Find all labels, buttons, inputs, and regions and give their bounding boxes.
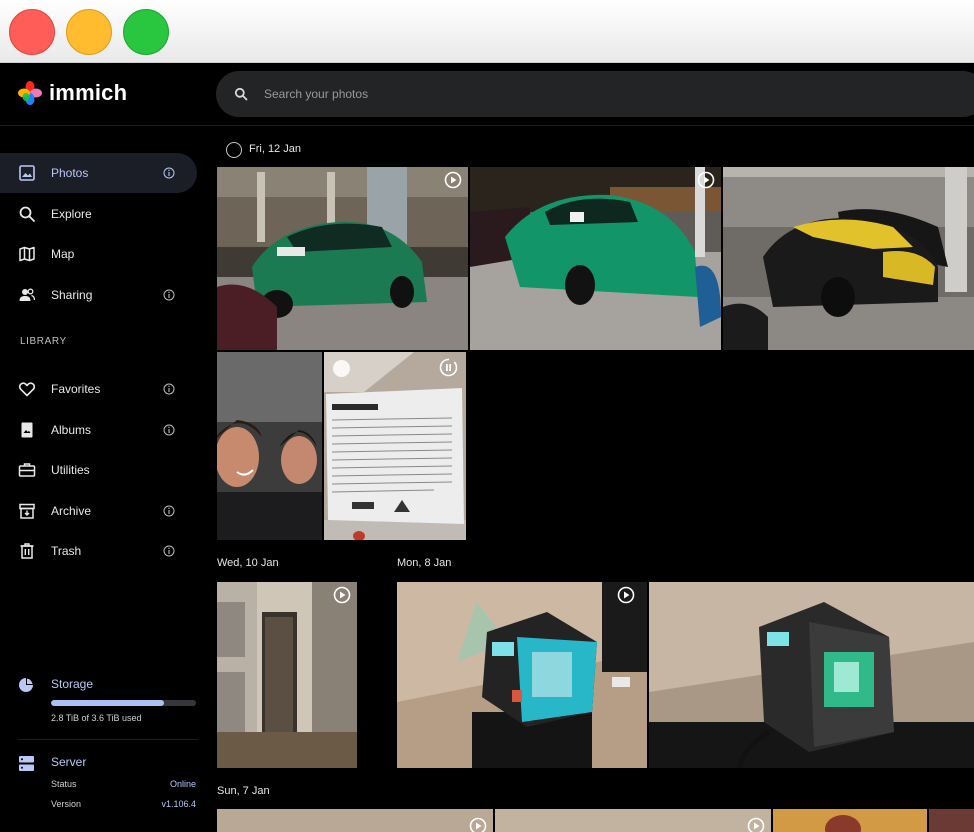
photo-image: [217, 167, 468, 350]
app-logo[interactable]: immich: [17, 80, 127, 106]
search-bar[interactable]: [216, 71, 974, 117]
photo-thumbnail[interactable]: [929, 809, 974, 832]
photo-image: [495, 809, 771, 832]
sidebar-item-label: Albums: [51, 423, 92, 437]
photo-thumbnail[interactable]: [217, 582, 357, 768]
sidebar-item-favorites[interactable]: Favorites: [0, 369, 197, 409]
photo-image: [217, 809, 493, 832]
storage-usage-fill: [51, 700, 165, 706]
sidebar: Photos Explore Map Sharing LIBRARY Favor…: [0, 127, 212, 832]
server-title: Server: [51, 755, 87, 769]
photo-image: [217, 582, 357, 768]
window-minimize-button[interactable]: [66, 9, 112, 55]
sidebar-item-label: Archive: [51, 504, 92, 518]
photo-thumbnail[interactable]: [773, 809, 927, 832]
storage-title: Storage: [51, 677, 94, 691]
immich-logo-icon: [18, 81, 42, 105]
explore-search-icon: [18, 205, 36, 223]
server-status-value: Online: [169, 779, 196, 789]
albums-icon: [18, 421, 36, 439]
heart-icon: [18, 380, 36, 398]
app-header: immich: [0, 63, 974, 126]
photo-image: [397, 582, 647, 768]
sidebar-item-photos[interactable]: Photos: [0, 153, 197, 193]
photo-thumbnail[interactable]: [217, 809, 493, 832]
sidebar-item-label: Photos: [51, 166, 89, 180]
photo-image: [929, 809, 974, 832]
date-group-select-checkbox[interactable]: [226, 142, 242, 158]
photo-image: [470, 167, 721, 350]
server-version-value[interactable]: v1.106.4: [161, 799, 196, 809]
info-icon[interactable]: [163, 167, 175, 179]
motion-photo-icon: [439, 358, 458, 377]
photo-thumbnail[interactable]: [217, 352, 322, 540]
sidebar-item-label: Favorites: [51, 382, 101, 396]
toolbox-icon: [18, 461, 36, 479]
sharing-people-icon: [18, 286, 36, 304]
sidebar-item-albums[interactable]: Albums: [0, 410, 197, 450]
date-group-heading: Mon, 8 Jan: [397, 557, 452, 569]
server-status-label: Status: [51, 779, 77, 789]
sidebar-item-utilities[interactable]: Utilities: [0, 450, 197, 490]
photo-thumbnail[interactable]: [723, 167, 974, 350]
window-zoom-button[interactable]: [123, 9, 169, 55]
sidebar-item-label: Trash: [51, 544, 82, 558]
server-version-label: Version: [51, 799, 82, 809]
photo-image: [324, 352, 466, 540]
play-video-icon: [469, 817, 487, 832]
date-group-heading: Fri, 12 Jan: [249, 143, 301, 155]
photo-image: [649, 582, 974, 768]
info-icon[interactable]: [163, 289, 175, 301]
play-video-icon: [444, 171, 462, 189]
sidebar-item-trash[interactable]: Trash: [0, 531, 197, 571]
sidebar-item-label: Explore: [51, 207, 92, 221]
info-icon[interactable]: [163, 383, 175, 395]
info-icon[interactable]: [163, 424, 175, 436]
server-icon: [19, 756, 34, 771]
photo-thumbnail[interactable]: [217, 167, 468, 350]
photo-image: [773, 809, 927, 832]
date-group-heading: Wed, 10 Jan: [217, 557, 279, 569]
photos-icon: [18, 164, 36, 182]
storage-usage-text: 2.8 TiB of 3.6 TiB used: [51, 713, 142, 723]
sidebar-item-label: Utilities: [51, 463, 90, 477]
photo-image: [723, 167, 974, 350]
sidebar-item-label: Map: [51, 247, 75, 261]
photo-thumbnail[interactable]: [649, 582, 974, 768]
photo-thumbnail[interactable]: [324, 352, 466, 540]
sidebar-divider: [18, 739, 198, 740]
window-titlebar: [0, 0, 974, 63]
storage-usage-bar: [51, 700, 196, 706]
photo-thumbnail[interactable]: [470, 167, 721, 350]
search-input[interactable]: [264, 87, 864, 101]
photo-timeline: Fri, 12 Jan Wed, 10 Jan Mon, 8 Jan Sun, …: [212, 127, 974, 832]
play-video-icon: [747, 817, 765, 832]
sidebar-item-explore[interactable]: Explore: [0, 194, 197, 234]
info-icon[interactable]: [163, 505, 175, 517]
trash-icon: [18, 542, 36, 560]
pie-chart-icon: [19, 677, 34, 692]
play-video-icon: [333, 586, 351, 604]
sidebar-item-sharing[interactable]: Sharing: [0, 275, 197, 315]
window-close-button[interactable]: [9, 9, 55, 55]
play-video-icon: [617, 586, 635, 604]
sidebar-item-map[interactable]: Map: [0, 234, 197, 274]
archive-icon: [18, 502, 36, 520]
sidebar-item-label: Sharing: [51, 288, 93, 302]
library-section-label: LIBRARY: [20, 336, 67, 347]
photo-thumbnail[interactable]: [495, 809, 771, 832]
photo-thumbnail[interactable]: [397, 582, 647, 768]
map-icon: [18, 245, 36, 263]
date-group-heading: Sun, 7 Jan: [217, 785, 270, 797]
play-video-icon: [697, 171, 715, 189]
app-name: immich: [49, 80, 128, 105]
selected-check-icon[interactable]: [333, 360, 350, 377]
info-icon[interactable]: [163, 545, 175, 557]
sidebar-item-archive[interactable]: Archive: [0, 491, 197, 531]
search-icon[interactable]: [234, 87, 248, 101]
photo-image: [217, 352, 322, 540]
